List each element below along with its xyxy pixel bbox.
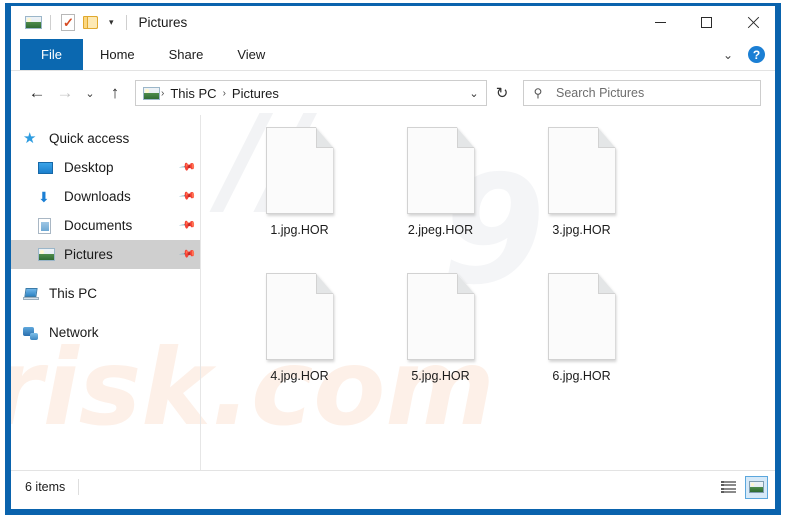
sidebar-item-label: Desktop: [64, 160, 114, 175]
minimize-button[interactable]: [637, 6, 683, 39]
sidebar-item-downloads[interactable]: ⬇ Downloads 📌: [11, 182, 201, 211]
back-button[interactable]: ←: [23, 79, 51, 107]
details-view-button[interactable]: [717, 476, 740, 499]
new-folder-icon[interactable]: [79, 12, 101, 34]
file-item[interactable]: 5.jpg.HOR: [370, 273, 511, 419]
file-name: 2.jpeg.HOR: [407, 223, 474, 237]
item-count: 6 items: [25, 480, 66, 494]
file-item[interactable]: 2.jpeg.HOR: [370, 127, 511, 273]
view-toggle-group: [717, 475, 768, 499]
maximize-button[interactable]: [683, 6, 729, 39]
file-item[interactable]: 1.jpg.HOR: [229, 127, 370, 273]
ribbon-tabs: File Home Share View ⌄ ?: [11, 39, 775, 71]
sidebar-item-label: This PC: [49, 286, 98, 301]
forward-button[interactable]: →: [51, 79, 79, 107]
downloads-icon: ⬇: [38, 188, 50, 205]
network-icon: [23, 326, 43, 340]
sidebar-item-pictures[interactable]: Pictures 📌: [11, 240, 201, 269]
sidebar-item-documents[interactable]: Documents 📌: [11, 211, 201, 240]
address-dropdown-icon[interactable]: ⌄: [462, 81, 486, 105]
file-icon: [265, 127, 334, 214]
navigation-pane: ★ Quick access Desktop 📌 ⬇ Downloads 📌 D…: [11, 115, 201, 470]
tab-home[interactable]: Home: [83, 39, 152, 70]
tab-view[interactable]: View: [220, 39, 282, 70]
pictures-icon: [38, 248, 58, 261]
desktop-icon: [38, 161, 58, 174]
breadcrumb-pictures-icon[interactable]: [143, 86, 160, 100]
file-icon: [547, 273, 616, 360]
file-icon: [265, 273, 334, 360]
tab-file[interactable]: File: [20, 39, 83, 70]
sidebar-item-quick-access[interactable]: ★ Quick access: [11, 124, 201, 153]
up-button[interactable]: ↑: [101, 79, 129, 107]
quick-access-toolbar: ✓ ▾: [11, 12, 133, 34]
search-input[interactable]: Search Pictures: [556, 86, 644, 100]
sidebar-item-label: Network: [49, 325, 99, 340]
file-name: 5.jpg.HOR: [411, 369, 470, 383]
window-controls: [637, 6, 775, 39]
status-divider: [78, 479, 80, 495]
file-icon: [406, 273, 475, 360]
file-item[interactable]: 6.jpg.HOR: [511, 273, 652, 419]
sidebar-item-label: Pictures: [64, 247, 113, 262]
file-name: 3.jpg.HOR: [552, 223, 611, 237]
file-icon: [406, 127, 475, 214]
title-bar: ✓ ▾ Pictures: [11, 6, 775, 39]
quick-access-dropdown-icon[interactable]: ▾: [101, 18, 120, 27]
sidebar-item-label: Quick access: [49, 131, 130, 146]
breadcrumb: › This PC › Pictures: [136, 86, 462, 101]
documents-icon: [38, 217, 58, 234]
search-icon: ⚲: [533, 86, 543, 100]
file-icon: [547, 127, 616, 214]
this-pc-icon: [23, 288, 43, 300]
large-icons-view-icon: [749, 481, 764, 493]
sidebar-item-desktop[interactable]: Desktop 📌: [11, 153, 201, 182]
file-name: 4.jpg.HOR: [270, 369, 329, 383]
address-bar[interactable]: › This PC › Pictures ⌄: [135, 80, 487, 106]
explorer-window: // 9 risk.com ✓ ▾ Pictures File Home Sha…: [5, 3, 781, 515]
pin-icon[interactable]: 📌: [178, 187, 196, 205]
properties-icon[interactable]: ✓: [57, 12, 79, 34]
pin-icon[interactable]: 📌: [178, 158, 196, 176]
chevron-down-icon[interactable]: ⌄: [718, 45, 738, 65]
file-name: 1.jpg.HOR: [270, 223, 329, 237]
star-icon: ★: [23, 130, 37, 147]
help-icon[interactable]: ?: [748, 46, 765, 63]
large-icons-view-button[interactable]: [745, 475, 768, 499]
window-title: Pictures: [138, 15, 188, 30]
recent-locations-icon[interactable]: ⌄: [79, 79, 101, 107]
details-view-icon: [721, 480, 736, 494]
file-grid: 1.jpg.HOR 2.jpeg.HOR 3.jpg.HOR 4.jpg.HOR…: [201, 127, 775, 419]
file-name: 6.jpg.HOR: [552, 369, 611, 383]
breadcrumb-pictures[interactable]: Pictures: [227, 86, 284, 101]
sidebar-item-this-pc[interactable]: This PC: [11, 279, 201, 308]
file-item[interactable]: 4.jpg.HOR: [229, 273, 370, 419]
close-button[interactable]: [729, 6, 775, 39]
sidebar-item-label: Documents: [64, 218, 133, 233]
sidebar-item-network[interactable]: Network: [11, 318, 201, 347]
pin-icon[interactable]: 📌: [178, 216, 196, 234]
address-toolbar: ← → ⌄ ↑ › This PC › Pictures ⌄ ↻ ⚲ Searc…: [11, 71, 775, 115]
pictures-icon[interactable]: [22, 12, 44, 34]
tab-share[interactable]: Share: [152, 39, 221, 70]
refresh-icon[interactable]: ↻: [488, 80, 516, 106]
sidebar-item-label: Downloads: [64, 189, 131, 204]
breadcrumb-this-pc[interactable]: This PC: [165, 86, 221, 101]
search-box[interactable]: ⚲ Search Pictures: [523, 80, 761, 106]
file-item[interactable]: 3.jpg.HOR: [511, 127, 652, 273]
status-bar: 6 items: [11, 470, 775, 503]
file-list-pane[interactable]: 1.jpg.HOR 2.jpeg.HOR 3.jpg.HOR 4.jpg.HOR…: [201, 115, 775, 470]
pin-icon[interactable]: 📌: [178, 245, 196, 263]
toolbar-divider-2: [125, 15, 127, 30]
toolbar-divider: [50, 15, 51, 30]
